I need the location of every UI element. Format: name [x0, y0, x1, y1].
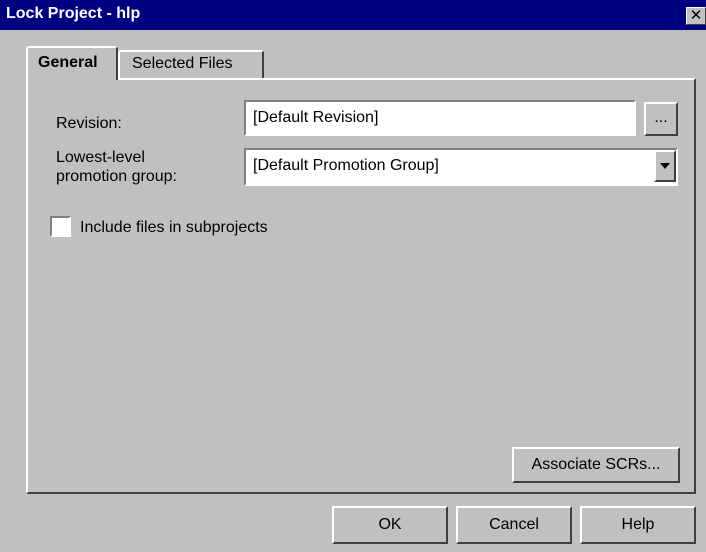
close-icon[interactable]: ✕	[690, 7, 703, 24]
promotion-group-select[interactable]: [Default Promotion Group]	[244, 148, 678, 186]
chevron-down-icon	[660, 163, 670, 169]
associate-scrs-button[interactable]: Associate SCRs...	[512, 447, 680, 483]
close-button[interactable]: ✕	[686, 7, 706, 25]
general-tab-panel: Revision: [Default Revision] ... Lowest-…	[26, 78, 696, 494]
promotion-group-label-line1: Lowest-level	[56, 149, 145, 166]
include-subprojects-checkbox[interactable]	[50, 216, 71, 237]
lock-project-dialog: Lock Project - hlp ✕ General Selected Fi…	[0, 0, 706, 552]
tab-general-label: General	[38, 54, 98, 71]
ok-button[interactable]: OK	[332, 506, 448, 544]
tab-selected-files-label: Selected Files	[132, 55, 233, 72]
cancel-button[interactable]: Cancel	[456, 506, 572, 544]
tab-general[interactable]: General	[26, 46, 118, 80]
promotion-group-dropdown-button[interactable]	[654, 150, 676, 182]
revision-label: Revision:	[56, 115, 122, 132]
revision-input[interactable]: [Default Revision]	[244, 100, 636, 136]
tab-selected-files[interactable]: Selected Files	[118, 50, 264, 78]
help-button[interactable]: Help	[580, 506, 696, 544]
promotion-group-label-line2: promotion group:	[56, 168, 177, 185]
browse-revision-button[interactable]: ...	[644, 102, 678, 136]
include-subprojects-label[interactable]: Include files in subprojects	[80, 218, 268, 237]
title-bar: Lock Project - hlp ✕	[0, 0, 706, 30]
promotion-group-value: [Default Promotion Group]	[253, 157, 439, 174]
window-title: Lock Project - hlp	[6, 5, 141, 22]
